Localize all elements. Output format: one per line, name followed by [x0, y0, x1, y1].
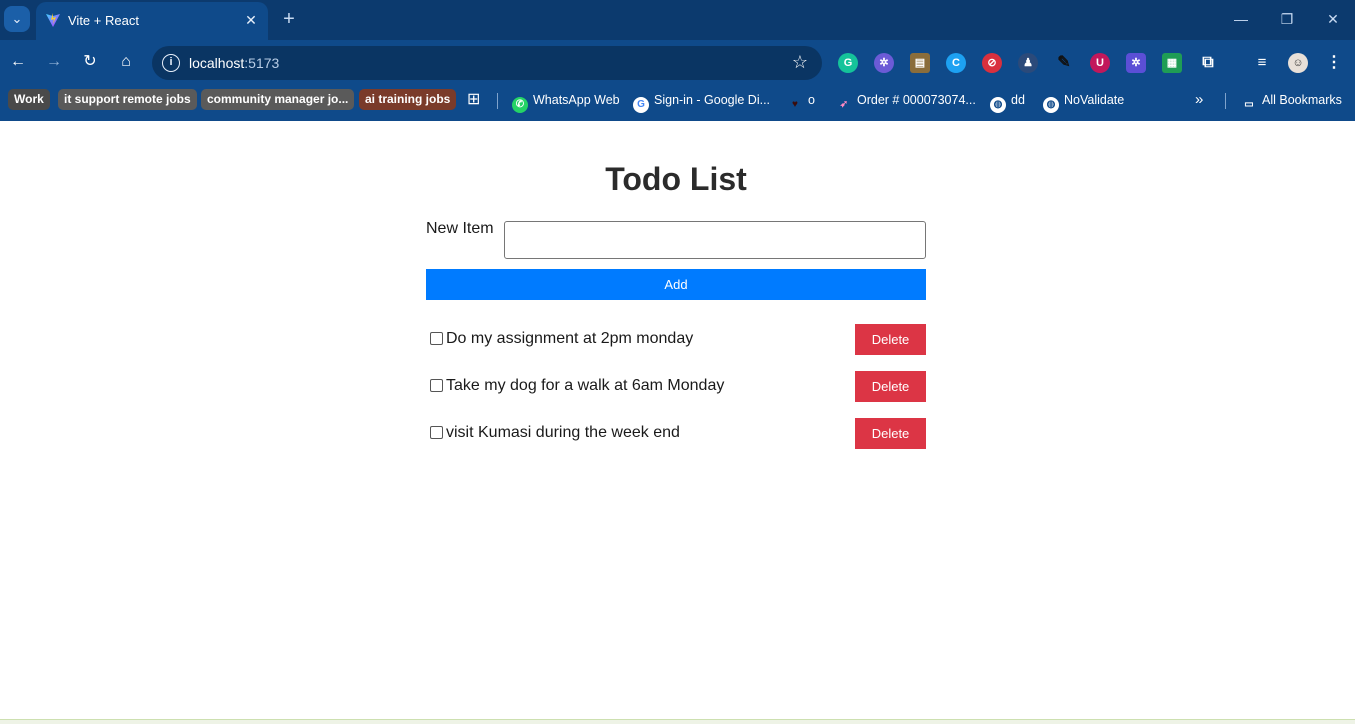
- bookmark-dd[interactable]: ◍ dd: [990, 89, 1025, 113]
- back-icon[interactable]: ←: [6, 50, 30, 74]
- todo-list: Do my assignment at 2pm monday Delete Ta…: [426, 324, 926, 465]
- todo-checkbox[interactable]: [430, 379, 443, 392]
- apps-grid-icon[interactable]: ⊞: [467, 89, 480, 111]
- chevron-double-right-icon[interactable]: »: [1195, 89, 1203, 111]
- profile-avatar[interactable]: ☺: [1288, 53, 1308, 73]
- page-content: Todo List New Item Add Do my assignment …: [0, 121, 1355, 724]
- bookmark-chip-ai-training[interactable]: ai training jobs: [359, 89, 457, 110]
- browser-toolbar: ← → ↻ ⌂ i localhost:5173 ☆ G ✲ ▤ C ⊘ ♟ ✎…: [0, 40, 1355, 86]
- tab-strip: ⌄ Vite + React ✕ + — ❐ ✕: [0, 0, 1355, 40]
- add-button[interactable]: Add: [426, 269, 926, 300]
- todo-text: Do my assignment at 2pm monday: [446, 330, 694, 347]
- forward-icon[interactable]: →: [42, 50, 66, 74]
- bookmark-order[interactable]: ➶ Order # 000073074...: [836, 89, 976, 111]
- home-icon[interactable]: ⌂: [114, 50, 138, 74]
- new-tab-button[interactable]: +: [278, 8, 300, 30]
- tab-active[interactable]: Vite + React ✕: [36, 2, 268, 40]
- todo-checkbox[interactable]: [430, 426, 443, 439]
- bookmarks-bar: Work it support remote jobs community ma…: [0, 86, 1355, 114]
- bookmark-chip-community-manager[interactable]: community manager jo...: [201, 89, 355, 110]
- todo-item: Do my assignment at 2pm monday Delete: [426, 324, 926, 371]
- settings-extension-icon[interactable]: ✲: [1126, 53, 1146, 73]
- runner-icon: ➶: [839, 99, 849, 110]
- delete-button[interactable]: Delete: [855, 418, 926, 449]
- google-icon: G: [633, 97, 649, 113]
- globe-icon: ◍: [1043, 97, 1059, 113]
- gear-extension-icon[interactable]: ✲: [874, 53, 894, 73]
- extensions-puzzle-icon[interactable]: ⧉: [1198, 53, 1218, 73]
- sheet-extension-icon[interactable]: ▦: [1162, 53, 1182, 73]
- folder-icon: ▭: [1244, 99, 1254, 110]
- media-queue-icon[interactable]: ≡: [1252, 53, 1272, 73]
- site-info-icon[interactable]: i: [162, 54, 180, 72]
- c-extension-icon[interactable]: C: [946, 53, 966, 73]
- delete-button[interactable]: Delete: [855, 371, 926, 402]
- whatsapp-icon: ✆: [512, 97, 528, 113]
- restore-icon[interactable]: ❐: [1271, 6, 1303, 32]
- todo-item: visit Kumasi during the week end Delete: [426, 418, 926, 465]
- minimize-icon[interactable]: —: [1225, 6, 1257, 32]
- browser-chrome: ⌄ Vite + React ✕ + — ❐ ✕ ← → ↻ ⌂ i local…: [0, 0, 1355, 121]
- clipboard-extension-icon[interactable]: ▤: [910, 53, 930, 73]
- todo-item: Take my dog for a walk at 6am Monday Del…: [426, 371, 926, 418]
- menu-kebab-icon[interactable]: ⋮: [1324, 53, 1344, 73]
- bookmark-novalidate[interactable]: ◍ NoValidate: [1043, 89, 1124, 113]
- bookmark-chip-work[interactable]: Work: [8, 89, 50, 110]
- delete-button[interactable]: Delete: [855, 324, 926, 355]
- vite-icon: [46, 13, 60, 27]
- close-icon[interactable]: ✕: [242, 11, 260, 29]
- bookmark-chip-it-support[interactable]: it support remote jobs: [58, 89, 197, 110]
- globe-icon: ◍: [990, 97, 1006, 113]
- address-url: localhost:5173: [189, 55, 280, 71]
- bookmark-separator: [1225, 93, 1226, 109]
- bookmark-o[interactable]: ♥ o: [787, 89, 815, 111]
- bookmark-whatsapp[interactable]: ✆ WhatsApp Web: [512, 89, 620, 113]
- new-item-input[interactable]: [504, 221, 926, 259]
- bookmark-star-icon[interactable]: ☆: [792, 52, 808, 73]
- new-item-label: New Item: [426, 220, 494, 237]
- todo-text: visit Kumasi during the week end: [446, 424, 680, 441]
- tab-search-button[interactable]: ⌄: [4, 6, 30, 32]
- tab-title: Vite + React: [68, 13, 139, 28]
- heart-icon: ♥: [792, 99, 798, 110]
- todo-text: Take my dog for a walk at 6am Monday: [446, 377, 725, 394]
- eyedropper-icon[interactable]: ✎: [1054, 53, 1074, 73]
- bookmark-separator: [497, 93, 498, 109]
- block-extension-icon[interactable]: ⊘: [982, 53, 1002, 73]
- all-bookmarks[interactable]: ▭ All Bookmarks: [1241, 89, 1342, 111]
- person-extension-icon[interactable]: ♟: [1018, 53, 1038, 73]
- address-bar[interactable]: i localhost:5173 ☆: [152, 46, 822, 80]
- bookmark-google-signin[interactable]: G Sign-in - Google Di...: [633, 89, 770, 113]
- reload-icon[interactable]: ↻: [78, 50, 102, 74]
- ublock-icon[interactable]: U: [1090, 53, 1110, 73]
- todo-checkbox[interactable]: [430, 332, 443, 345]
- page-bottom-edge: [0, 719, 1355, 724]
- window-close-icon[interactable]: ✕: [1317, 6, 1349, 32]
- grammarly-icon[interactable]: G: [838, 53, 858, 73]
- page-title: Todo List: [605, 161, 747, 197]
